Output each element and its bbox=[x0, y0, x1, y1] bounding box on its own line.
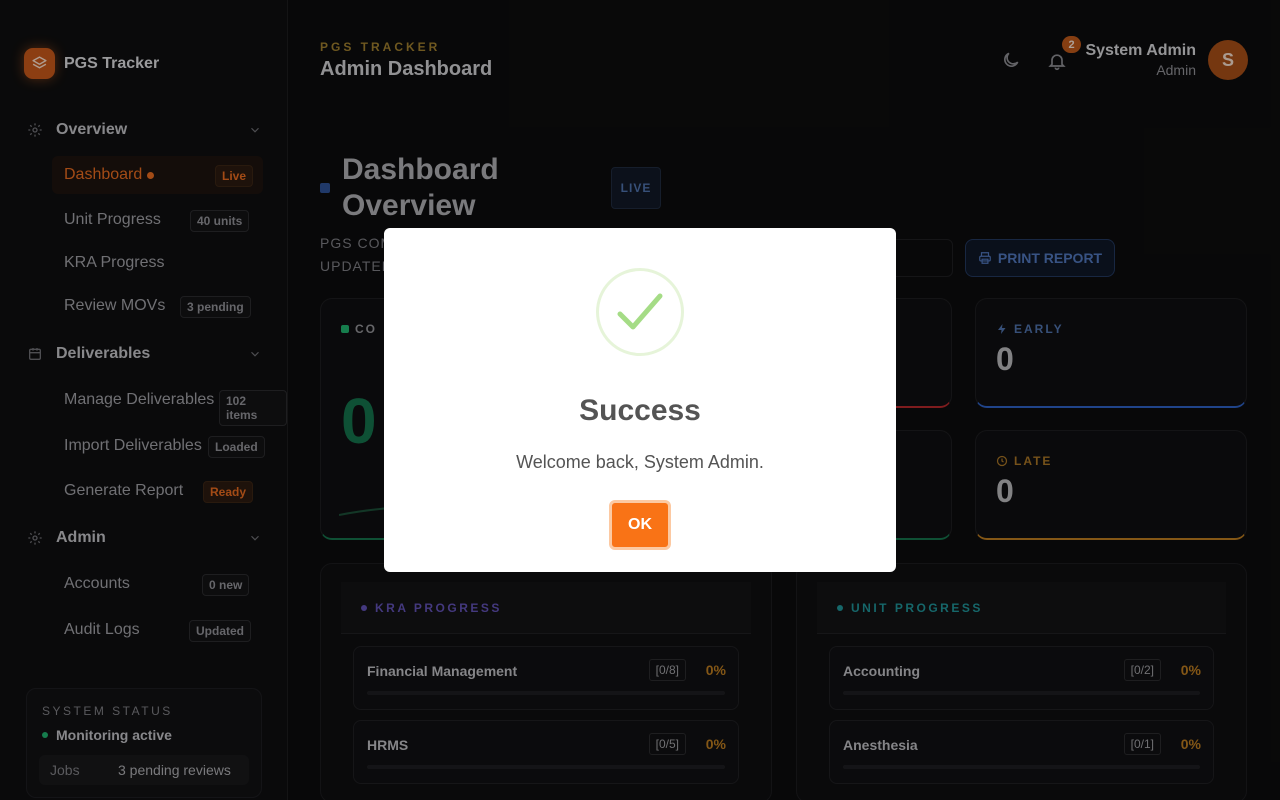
success-check-icon bbox=[596, 268, 684, 356]
app-window: PGS Tracker Overview Dashboard Live Unit… bbox=[0, 0, 1280, 800]
dialog-title: Success bbox=[579, 394, 701, 427]
success-dialog: Success Welcome back, System Admin. OK bbox=[384, 228, 896, 572]
dialog-message: Welcome back, System Admin. bbox=[516, 452, 764, 472]
ok-button[interactable]: OK bbox=[609, 500, 671, 550]
